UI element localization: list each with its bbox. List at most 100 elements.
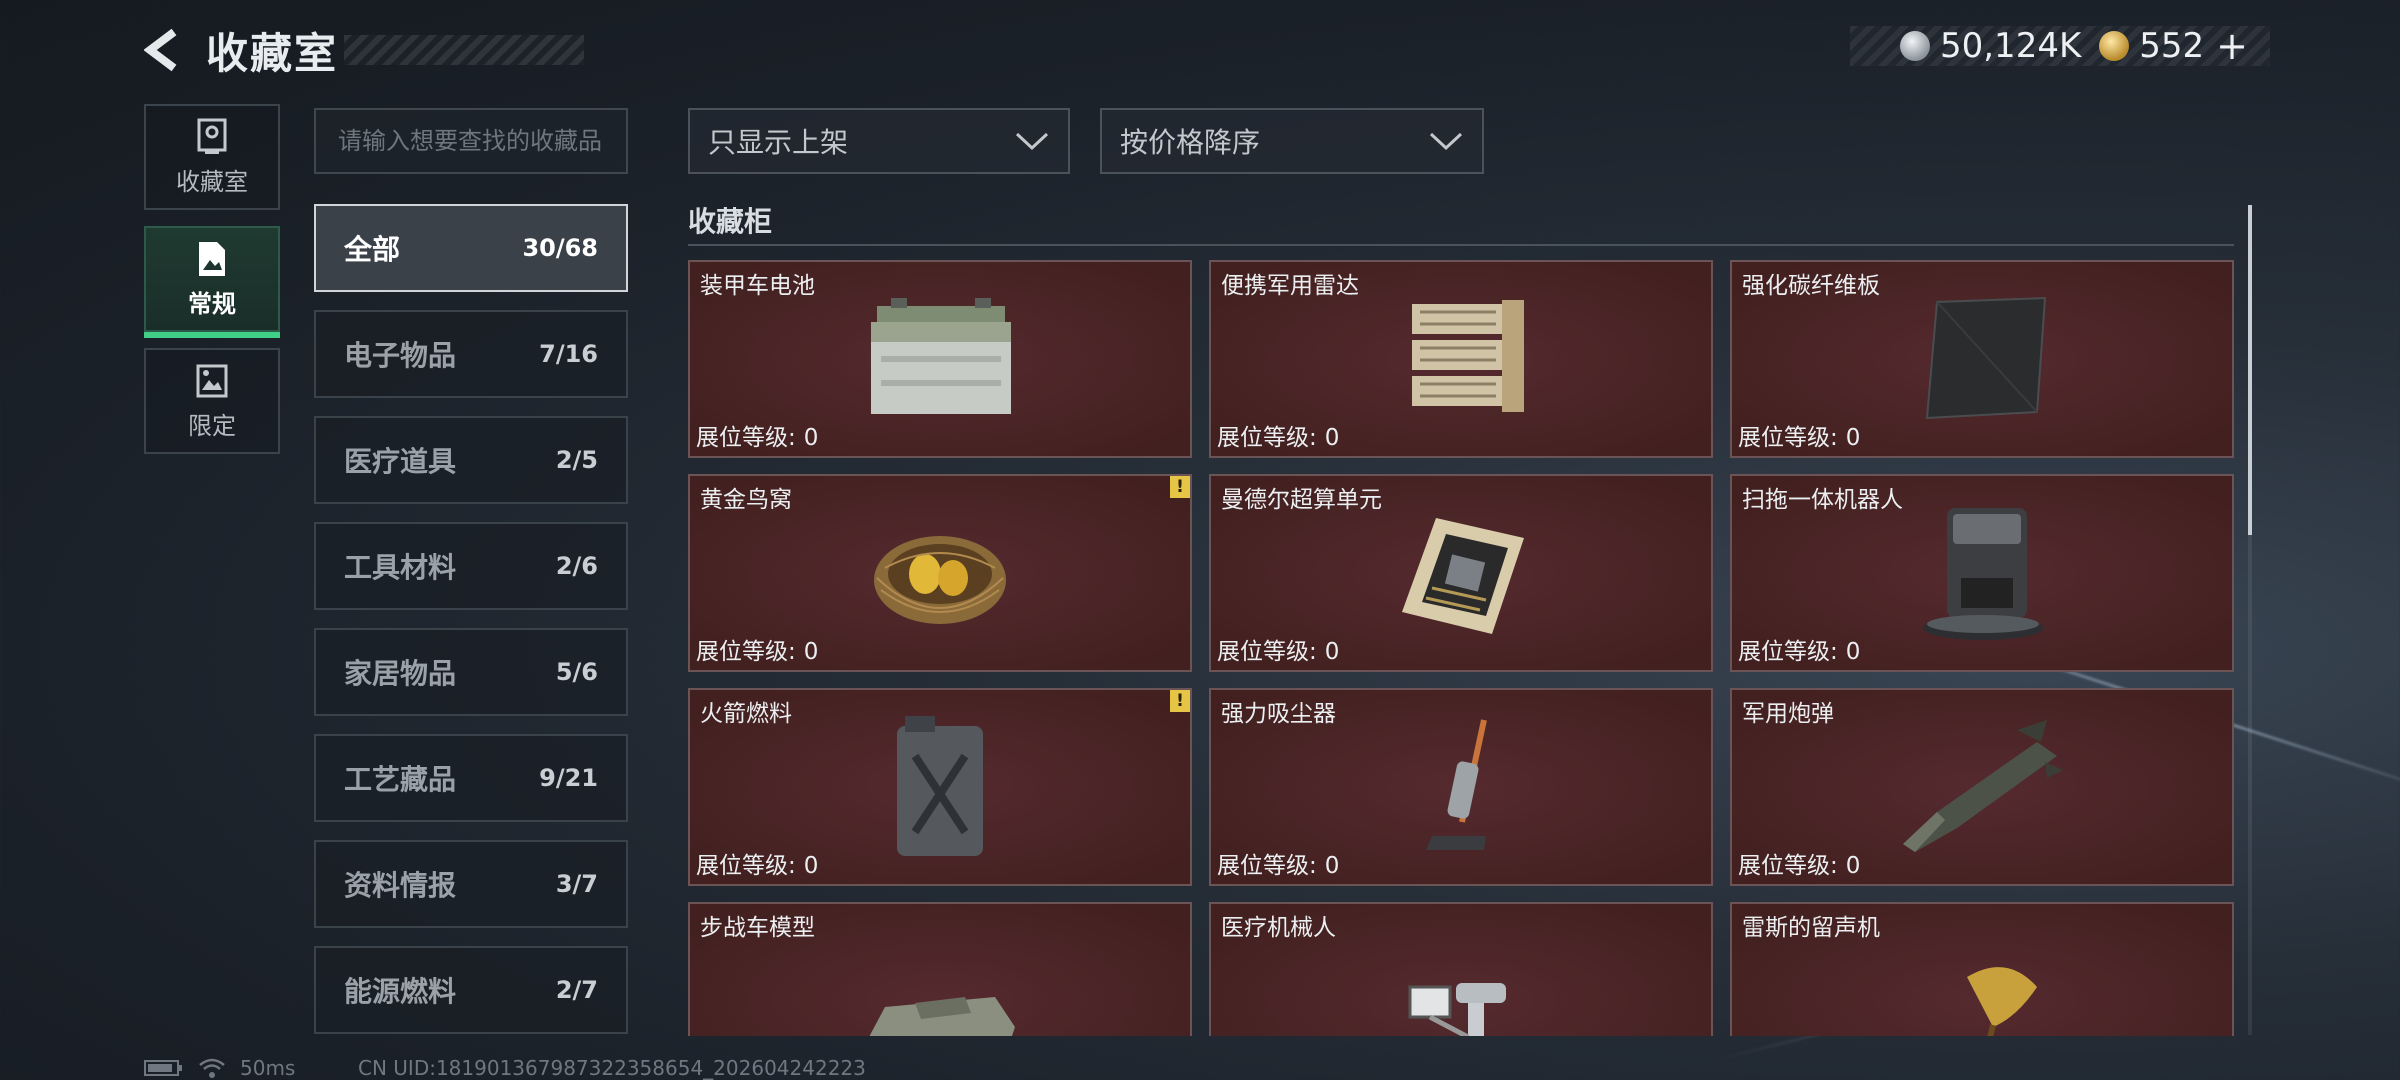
- booth-level: 展位等级: 0: [696, 846, 818, 880]
- collection-card[interactable]: 步战车模型: [688, 902, 1192, 1036]
- battery-icon: [144, 1060, 182, 1076]
- booth-level-label: 展位等级:: [696, 639, 796, 665]
- category-crafts[interactable]: 工艺藏品 9/21: [314, 734, 628, 822]
- collection-card[interactable]: 雷斯的留声机: [1730, 902, 2234, 1036]
- page-title: 收藏室: [206, 28, 339, 78]
- search-input[interactable]: [338, 127, 604, 155]
- item-name: 黄金鸟窝: [700, 487, 792, 513]
- booth-level: 展位等级: 0: [696, 632, 818, 666]
- back-arrow-icon: [144, 28, 177, 72]
- status-bar: 50ms: [144, 1056, 295, 1080]
- booth-level-value: 0: [803, 853, 819, 879]
- currency-silver: 50,124K: [1899, 26, 2081, 66]
- currency-gold[interactable]: 552 +: [2099, 24, 2248, 68]
- item-name: 曼德尔超算单元: [1221, 487, 1382, 513]
- sort-value: 按价格降序: [1120, 126, 1261, 159]
- nav-label: 限定: [188, 411, 236, 440]
- booth-level-value: 0: [1324, 639, 1340, 665]
- category-count: 5/6: [555, 658, 598, 686]
- collection-card[interactable]: 医疗机械人: [1209, 902, 1713, 1036]
- booth-level-label: 展位等级:: [1217, 425, 1317, 451]
- collection-card[interactable]: 火箭燃料 ! 展位等级: 0: [688, 688, 1192, 886]
- booth-level-value: 0: [1845, 425, 1861, 451]
- category-count: 2/5: [555, 446, 598, 474]
- gold-coin-icon: [2099, 31, 2130, 61]
- back-button[interactable]: [140, 22, 188, 78]
- collection-card[interactable]: 扫拖一体机器人 展位等级: 0: [1730, 474, 2234, 672]
- item-name: 军用炮弹: [1742, 701, 1834, 727]
- trophy-case-icon: [197, 118, 227, 154]
- category-name: 全部: [344, 233, 401, 266]
- collection-card[interactable]: 强化碳纤维板 展位等级: 0: [1730, 260, 2234, 458]
- category-intel[interactable]: 资料情报 3/7: [314, 840, 628, 928]
- fuel-canister-icon: [897, 716, 983, 856]
- booth-level: 展位等级: 0: [1217, 632, 1339, 666]
- booth-level-value: 0: [1845, 853, 1861, 879]
- booth-level-label: 展位等级:: [1738, 639, 1838, 665]
- player-uid: CN UID:181901367987322358654_20260424222…: [358, 1056, 866, 1080]
- sort-dropdown[interactable]: 按价格降序: [1100, 108, 1484, 174]
- collection-card[interactable]: 黄金鸟窝 ! 展位等级: 0: [688, 474, 1192, 672]
- category-name: 电子物品: [344, 339, 457, 372]
- nav-label: 常规: [188, 289, 236, 318]
- wifi-icon: [199, 1058, 225, 1078]
- ping-value: 50ms: [240, 1056, 296, 1080]
- category-medical[interactable]: 医疗道具 2/5: [314, 416, 628, 504]
- booth-level-value: 0: [1845, 639, 1861, 665]
- collection-card[interactable]: 便携军用雷达 展位等级: 0: [1209, 260, 1713, 458]
- search-box[interactable]: [314, 108, 628, 174]
- item-name: 强力吸尘器: [1221, 701, 1336, 727]
- category-name: 资料情报: [344, 869, 457, 902]
- nav-item-collection-room[interactable]: 收藏室: [144, 104, 280, 210]
- category-list: 全部 30/68 电子物品 7/16 医疗道具 2/5 工具材料 2/6 家居物…: [314, 204, 628, 1052]
- scrollbar-thumb[interactable]: [2248, 205, 2252, 535]
- category-fuel[interactable]: 能源燃料 2/7: [314, 946, 628, 1034]
- nav-item-regular[interactable]: 常规: [144, 226, 280, 338]
- vacuum-cleaner-icon: [1426, 719, 1487, 850]
- item-name: 强化碳纤维板: [1742, 273, 1880, 299]
- collection-card[interactable]: 曼德尔超算单元 展位等级: 0: [1209, 474, 1713, 672]
- booth-level: 展位等级: 0: [1217, 846, 1339, 880]
- item-name: 装甲车电池: [700, 273, 815, 299]
- item-name: 便携军用雷达: [1221, 273, 1359, 299]
- carbon-plate-icon: [1925, 296, 2047, 420]
- category-all[interactable]: 全部 30/68: [314, 204, 628, 292]
- category-electronics[interactable]: 电子物品 7/16: [314, 310, 628, 398]
- cabinet-title: 收藏柜: [688, 205, 773, 238]
- item-name: 步战车模型: [700, 915, 815, 941]
- collection-card[interactable]: 强力吸尘器 展位等级: 0: [1209, 688, 1713, 886]
- collection-card[interactable]: 装甲车电池 展位等级: 0: [688, 260, 1192, 458]
- item-name: 雷斯的留声机: [1742, 915, 1880, 941]
- category-count: 2/7: [555, 976, 598, 1004]
- robot-vacuum-icon: [1923, 508, 2043, 640]
- silver-coin-icon: [1899, 31, 1930, 61]
- currency-bar: 50,124K 552 +: [1849, 24, 2270, 68]
- car-battery-icon: [871, 298, 1011, 414]
- nav-item-limited[interactable]: 限定: [144, 348, 280, 454]
- shelf-filter-dropdown[interactable]: 只显示上架: [688, 108, 1070, 174]
- category-name: 医疗道具: [344, 445, 457, 478]
- gold-amount: 552: [2139, 26, 2205, 66]
- booth-level: 展位等级: 0: [1217, 418, 1339, 452]
- booth-level-value: 0: [803, 425, 819, 451]
- side-nav: 收藏室 常规 限定: [144, 104, 280, 470]
- add-currency-button[interactable]: +: [2216, 24, 2248, 68]
- header: 收藏室: [140, 20, 585, 80]
- title-decoration: [344, 35, 585, 65]
- booth-level-label: 展位等级:: [1738, 853, 1838, 879]
- category-count: 2/6: [555, 552, 598, 580]
- collection-card[interactable]: 军用炮弹 展位等级: 0: [1730, 688, 2234, 886]
- category-count: 9/21: [539, 764, 598, 792]
- booth-level-value: 0: [1324, 853, 1340, 879]
- item-name: 医疗机械人: [1221, 915, 1336, 941]
- limited-picture-icon: [196, 364, 228, 397]
- category-count: 3/7: [555, 870, 598, 898]
- item-name: 火箭燃料: [700, 701, 792, 727]
- category-name: 工艺藏品: [344, 763, 457, 796]
- category-tools[interactable]: 工具材料 2/6: [314, 522, 628, 610]
- chevron-down-icon: [1429, 132, 1463, 151]
- medical-robot-icon: [1408, 983, 1506, 1036]
- booth-level-value: 0: [803, 639, 819, 665]
- booth-level-label: 展位等级:: [1217, 639, 1317, 665]
- category-household[interactable]: 家居物品 5/6: [314, 628, 628, 716]
